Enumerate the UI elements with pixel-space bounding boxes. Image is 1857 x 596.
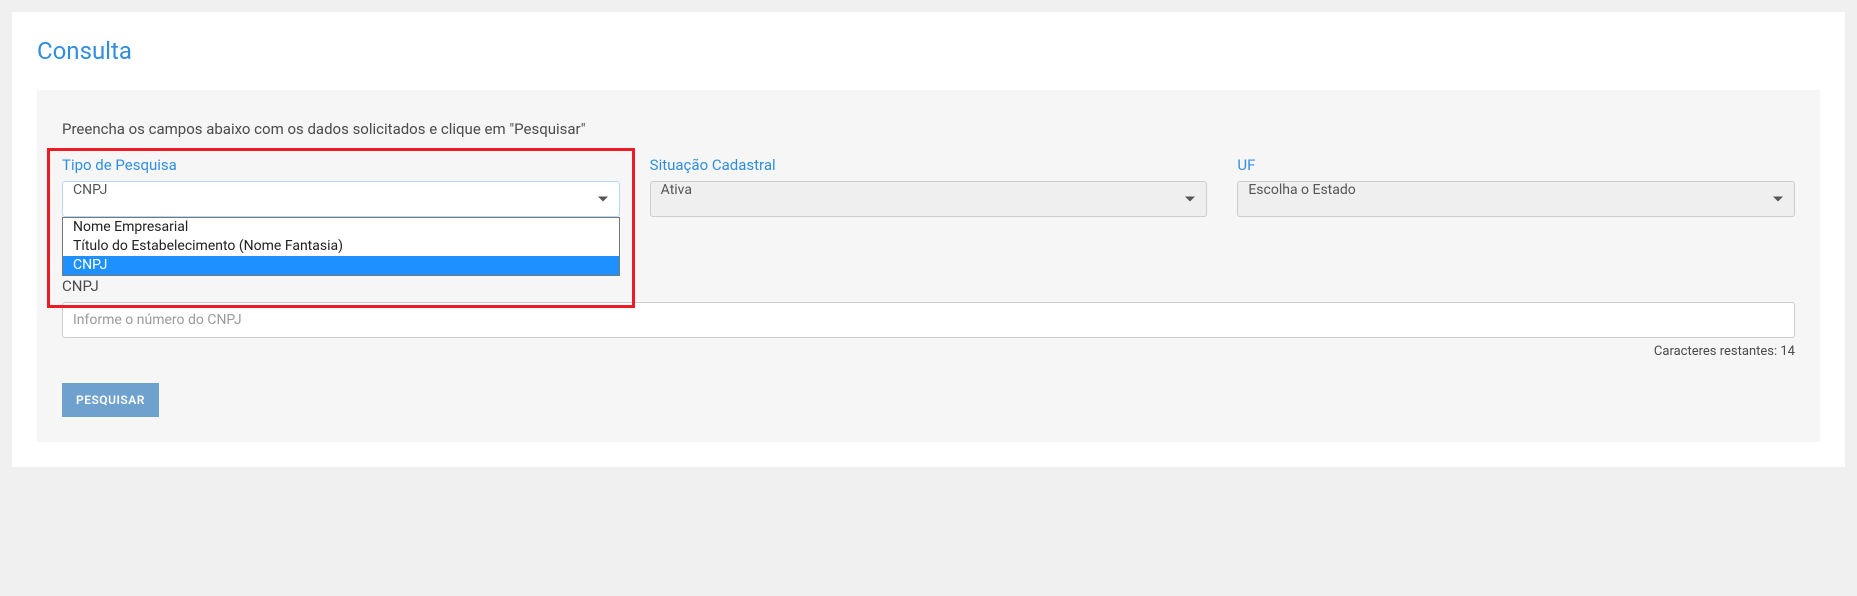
cnpj-input[interactable] [62,302,1795,338]
select-wrap-situacao: Ativa [650,181,1208,217]
cnpj-row: CNPJ Caracteres restantes: 14 [62,277,1795,359]
label-cnpj: CNPJ [62,277,1795,295]
label-uf: UF [1237,156,1795,174]
main-card: Consulta Preencha os campos abaixo com o… [12,12,1845,467]
select-wrap-tipo: CNPJ Nome Empresarial Título do Estabele… [62,181,620,217]
form-panel: Preencha os campos abaixo com os dados s… [37,90,1820,442]
option-nome-fantasia[interactable]: Título do Estabelecimento (Nome Fantasia… [63,237,619,256]
option-nome-empresarial[interactable]: Nome Empresarial [63,218,619,237]
label-tipo-pesquisa: Tipo de Pesquisa [62,156,620,174]
col-uf: UF Escolha o Estado [1237,156,1795,217]
select-wrap-uf: Escolha o Estado [1237,181,1795,217]
search-button[interactable]: PESQUISAR [62,383,159,417]
col-situacao: Situação Cadastral Ativa [650,156,1208,217]
char-counter-value: 14 [1780,344,1795,359]
instruction-text: Preencha os campos abaixo com os dados s… [62,120,1795,138]
select-situacao[interactable]: Ativa [650,181,1208,217]
char-counter: Caracteres restantes: 14 [62,344,1795,359]
page-title: Consulta [37,37,1820,65]
col-tipo-pesquisa: Tipo de Pesquisa CNPJ Nome Empresarial T… [62,156,620,217]
dropdown-tipo-pesquisa: Nome Empresarial Título do Estabelecimen… [62,217,620,276]
filters-row: Tipo de Pesquisa CNPJ Nome Empresarial T… [62,156,1795,217]
option-cnpj[interactable]: CNPJ [63,256,619,275]
char-counter-prefix: Caracteres restantes: [1654,344,1780,359]
select-tipo-pesquisa[interactable]: CNPJ [62,181,620,217]
select-uf[interactable]: Escolha o Estado [1237,181,1795,217]
label-situacao: Situação Cadastral [650,156,1208,174]
